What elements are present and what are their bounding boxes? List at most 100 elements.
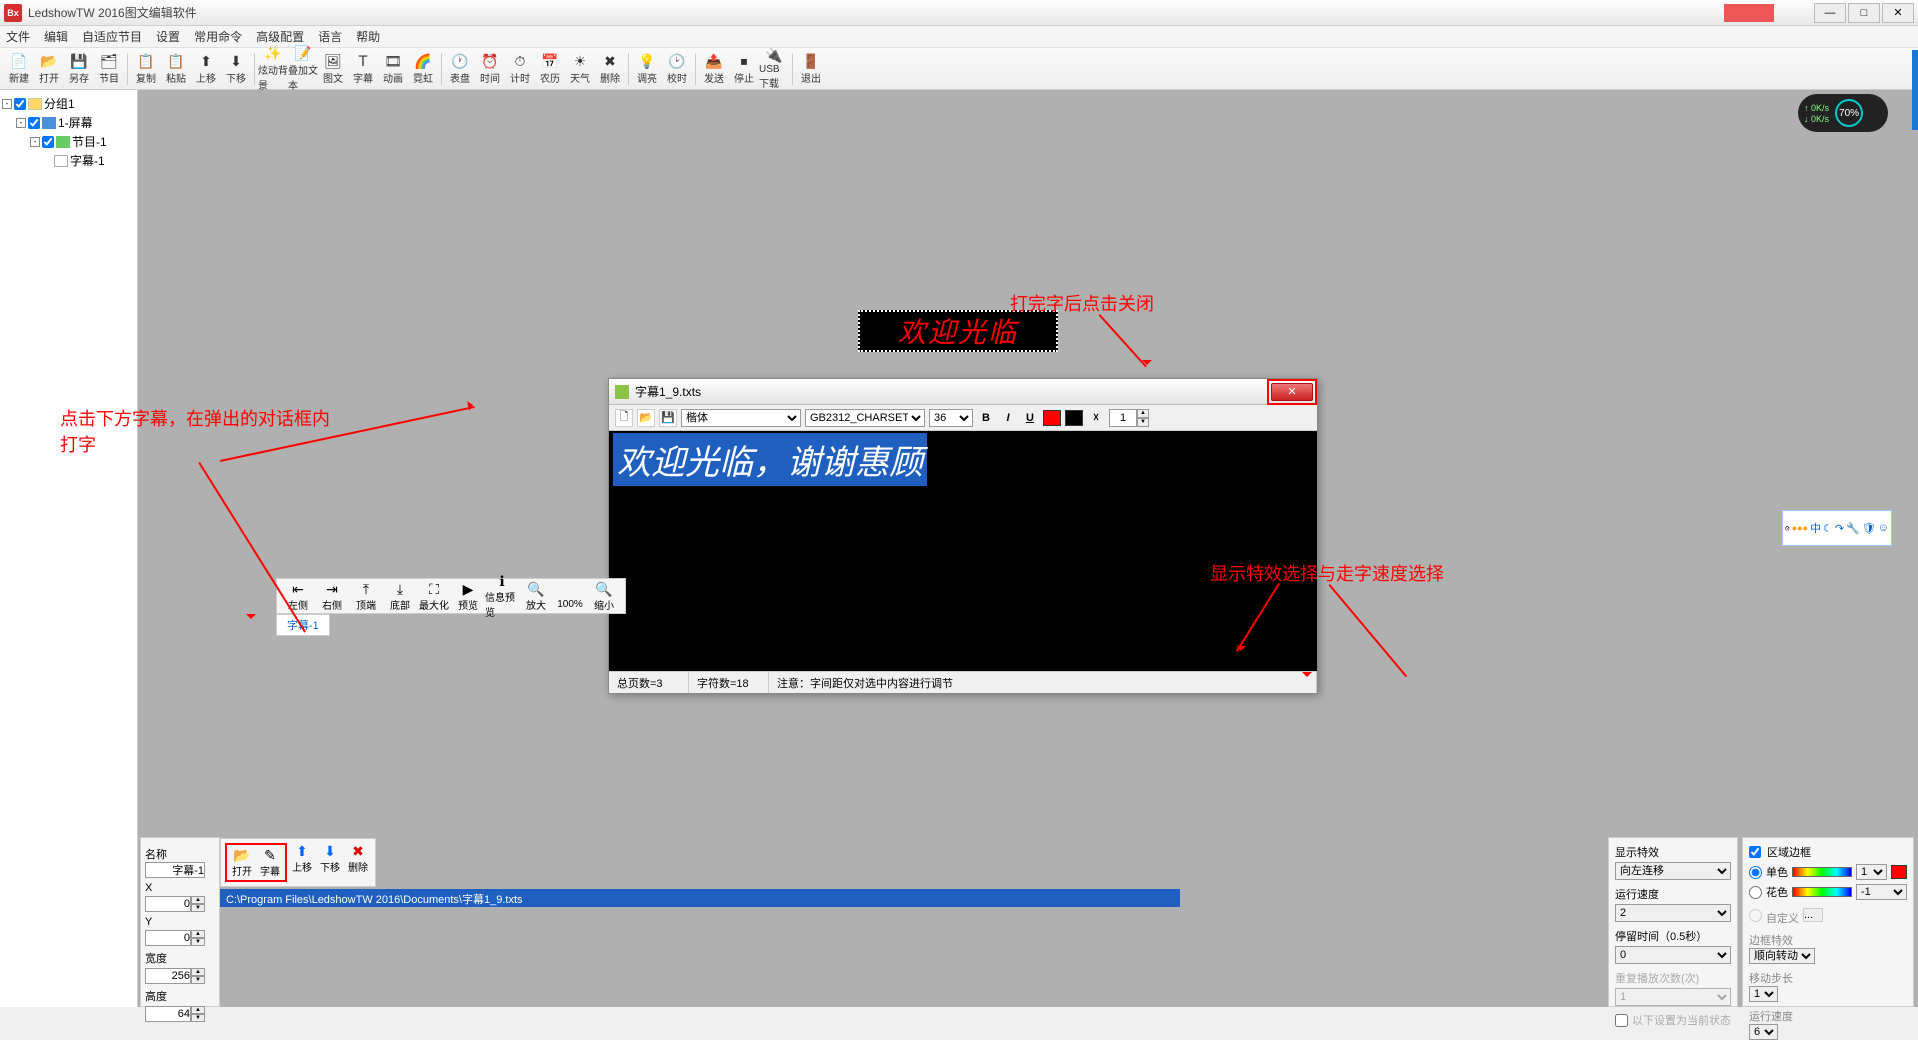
- qq-smile-icon[interactable]: ☺: [1878, 521, 1889, 535]
- toolbar-农历[interactable]: 📅农历: [535, 50, 565, 88]
- view-底部[interactable]: ⤓底部: [383, 581, 417, 612]
- tree-screen-checkbox[interactable]: [28, 117, 40, 129]
- view-最大化[interactable]: ⛶最大化: [417, 581, 451, 612]
- toolbar-打开[interactable]: 📂打开: [34, 50, 64, 88]
- qq-wrench-icon[interactable]: 🔧: [1846, 521, 1860, 535]
- editor-titlebar[interactable]: 字幕1_9.txts ✕: [609, 379, 1317, 405]
- toolbar-霓虹[interactable]: 🌈霓虹: [408, 50, 438, 88]
- border-checkbox[interactable]: [1749, 846, 1761, 858]
- speed-select[interactable]: 2: [1615, 904, 1731, 922]
- right-edge-tab[interactable]: [1912, 50, 1918, 130]
- editor-close-button[interactable]: ✕: [1271, 383, 1313, 401]
- spin-up[interactable]: ▲: [1137, 409, 1149, 418]
- spacing-spinner[interactable]: ▲▼: [1109, 409, 1149, 427]
- expand-icon[interactable]: -: [30, 137, 40, 147]
- toolbar-字幕[interactable]: Ｔ字幕: [348, 50, 378, 88]
- toolbar-表盘[interactable]: 🕐表盘: [445, 50, 475, 88]
- charset-select[interactable]: GB2312_CHARSET: [805, 409, 925, 427]
- italic-button[interactable]: I: [999, 409, 1017, 427]
- tree-screen-row[interactable]: - 1-屏幕: [2, 113, 135, 132]
- subtitle-edit-button[interactable]: ✎字幕: [257, 847, 283, 878]
- menu-autofit[interactable]: 自适应节目: [82, 28, 142, 45]
- tree-program-checkbox[interactable]: [42, 136, 54, 148]
- delete-button[interactable]: ✖删除: [345, 843, 371, 882]
- network-speed-widget[interactable]: ↑ 0K/s ↓ 0K/s 70%: [1798, 94, 1888, 132]
- toolbar-校时[interactable]: 🕑校时: [662, 50, 692, 88]
- menu-language[interactable]: 语言: [318, 28, 342, 45]
- tree-group-row[interactable]: - 分组1: [2, 94, 135, 113]
- menu-common[interactable]: 常用命令: [194, 28, 242, 45]
- menu-settings[interactable]: 设置: [156, 28, 180, 45]
- flower-radio[interactable]: [1749, 886, 1762, 899]
- view-缩小[interactable]: 🔍缩小: [587, 581, 621, 612]
- toolbar-叠加文本[interactable]: 📝叠加文本: [288, 50, 318, 88]
- expand-icon[interactable]: -: [16, 118, 26, 128]
- tree-group-checkbox[interactable]: [14, 98, 26, 110]
- red-swatch[interactable]: [1891, 865, 1907, 879]
- movedown-button[interactable]: ⬇下移: [317, 843, 343, 882]
- prop-y-input[interactable]: [145, 930, 191, 946]
- view-预览[interactable]: ▶预览: [451, 581, 485, 612]
- view-100%[interactable]: 100%: [553, 583, 587, 610]
- toolbar-粘贴[interactable]: 📋粘贴: [161, 50, 191, 88]
- menu-advanced[interactable]: 高级配置: [256, 28, 304, 45]
- color-strip2[interactable]: [1792, 887, 1852, 897]
- expand-icon[interactable]: -: [2, 99, 12, 109]
- color-strip1[interactable]: [1792, 867, 1852, 877]
- single-radio[interactable]: [1749, 866, 1762, 879]
- editor-content-area[interactable]: 欢迎光临，谢谢惠顾: [609, 431, 1317, 671]
- view-顶端[interactable]: ⤒顶端: [349, 581, 383, 612]
- stay-select[interactable]: 0: [1615, 946, 1731, 964]
- qq-shield-icon[interactable]: 🛡: [1862, 521, 1876, 535]
- menu-edit[interactable]: 编辑: [44, 28, 68, 45]
- bold-button[interactable]: B: [977, 409, 995, 427]
- view-右侧[interactable]: ⇥右侧: [315, 581, 349, 612]
- current-state-checkbox[interactable]: [1615, 1014, 1628, 1027]
- menu-file[interactable]: 文件: [6, 28, 30, 45]
- toolbar-天气[interactable]: ☀天气: [565, 50, 595, 88]
- moveup-button[interactable]: ⬆上移: [289, 843, 315, 882]
- new-file-icon[interactable]: 🗋: [615, 409, 633, 427]
- spacing-icon[interactable]: ☓: [1087, 409, 1105, 427]
- border-speed-select[interactable]: 6: [1749, 1024, 1778, 1040]
- toolbar-炫动背景[interactable]: ✨炫动背景: [258, 50, 288, 88]
- toolbar-USB下载[interactable]: 🔌USB下载: [759, 50, 789, 88]
- tree-subtitle-row[interactable]: 字幕-1: [2, 151, 135, 170]
- step-select[interactable]: 1: [1749, 986, 1778, 1002]
- toolbar-退出[interactable]: 🚪退出: [796, 50, 826, 88]
- prop-name-input[interactable]: [145, 862, 205, 878]
- subtitle-tab[interactable]: 字幕-1: [276, 614, 330, 636]
- led-preview[interactable]: 欢迎光临: [858, 310, 1058, 352]
- toolbar-上移[interactable]: ⬆上移: [191, 50, 221, 88]
- toolbar-下移[interactable]: ⬇下移: [221, 50, 251, 88]
- toolbar-调亮[interactable]: 💡调亮: [632, 50, 662, 88]
- tree-program-row[interactable]: - 节目-1: [2, 132, 135, 151]
- border-effect-select[interactable]: 顺向转动: [1749, 948, 1815, 964]
- toolbar-计时[interactable]: ⏱计时: [505, 50, 535, 88]
- toolbar-另存[interactable]: 💾另存: [64, 50, 94, 88]
- open-file-button[interactable]: 📂打开: [229, 847, 255, 878]
- toolbar-时间[interactable]: ⏰时间: [475, 50, 505, 88]
- view-左侧[interactable]: ⇤左侧: [281, 581, 315, 612]
- qq-sync-icon[interactable]: ↷: [1835, 521, 1844, 535]
- toolbar-节目[interactable]: 🗂节目: [94, 50, 124, 88]
- toolbar-图文[interactable]: 🖼图文: [318, 50, 348, 88]
- maximize-button[interactable]: □: [1848, 3, 1880, 23]
- fontsize-select[interactable]: 36: [929, 409, 973, 427]
- spin-down[interactable]: ▼: [1137, 418, 1149, 427]
- view-信息预览[interactable]: ℹ信息预览: [485, 573, 519, 619]
- qq-cn-icon[interactable]: 中: [1810, 521, 1821, 535]
- prop-x-input[interactable]: [145, 896, 191, 912]
- save-file-icon[interactable]: 💾: [659, 409, 677, 427]
- text-color-swatch[interactable]: [1043, 410, 1061, 426]
- toolbar-删除[interactable]: ✖删除: [595, 50, 625, 88]
- minimize-button[interactable]: —: [1814, 3, 1846, 23]
- qq-widget[interactable]: ●●● 中 ☾ ↷ 🔧 🛡 ☺: [1782, 510, 1892, 546]
- underline-button[interactable]: U: [1021, 409, 1039, 427]
- toolbar-复制[interactable]: 📋复制: [131, 50, 161, 88]
- effect-select[interactable]: 向左连移: [1615, 862, 1731, 880]
- menu-help[interactable]: 帮助: [356, 28, 380, 45]
- view-放大[interactable]: 🔍放大: [519, 581, 553, 612]
- toolbar-发送[interactable]: 📤发送: [699, 50, 729, 88]
- bg-color-swatch[interactable]: [1065, 410, 1083, 426]
